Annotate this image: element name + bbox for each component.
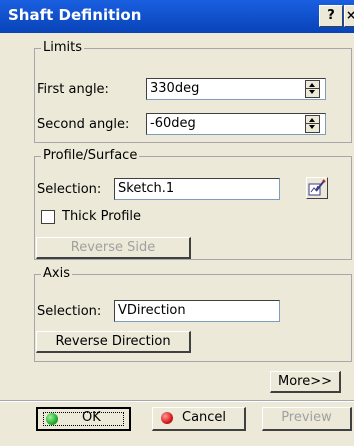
profile-selection-field[interactable]: Sketch.1 bbox=[114, 178, 280, 200]
cancel-label: Cancel bbox=[182, 410, 227, 425]
close-button[interactable]: × bbox=[344, 5, 354, 27]
first-angle-label: First angle: bbox=[37, 82, 109, 97]
ok-button[interactable]: OK bbox=[36, 407, 131, 431]
shaft-definition-dialog: Shaft Definition ? × Limits First angle:… bbox=[0, 0, 354, 446]
bottom-separator bbox=[0, 400, 354, 402]
reverse-direction-button[interactable]: Reverse Direction bbox=[36, 331, 191, 353]
limits-legend: Limits bbox=[41, 40, 84, 56]
arrow-up-icon bbox=[309, 83, 315, 87]
second-angle-decrement[interactable] bbox=[306, 124, 319, 132]
reverse-side-button[interactable]: Reverse Side bbox=[36, 237, 191, 259]
thick-profile-checkbox[interactable] bbox=[41, 210, 55, 224]
ok-label: OK bbox=[82, 410, 101, 425]
second-angle-spinner[interactable] bbox=[305, 115, 320, 133]
sketcher-button[interactable] bbox=[306, 177, 328, 199]
first-angle-increment[interactable] bbox=[306, 81, 319, 89]
first-angle-field[interactable]: 330deg bbox=[146, 78, 326, 100]
arrow-down-icon bbox=[309, 90, 315, 94]
help-button[interactable]: ? bbox=[319, 5, 343, 27]
axis-selection-field[interactable]: VDirection bbox=[114, 300, 280, 322]
first-angle-decrement[interactable] bbox=[306, 89, 319, 97]
arrow-down-icon bbox=[309, 125, 315, 129]
cancel-button[interactable]: Cancel bbox=[152, 407, 246, 431]
profile-selection-label: Selection: bbox=[37, 182, 102, 197]
sketch-edit-icon bbox=[308, 179, 326, 196]
ok-green-icon bbox=[46, 413, 58, 425]
second-angle-field[interactable]: -60deg bbox=[146, 113, 326, 135]
thick-profile-label[interactable]: Thick Profile bbox=[62, 209, 141, 225]
title-bar[interactable]: Shaft Definition ? × bbox=[0, 0, 354, 33]
cancel-red-icon bbox=[161, 412, 173, 424]
axis-legend: Axis bbox=[41, 266, 72, 282]
dialog-title: Shaft Definition bbox=[8, 6, 142, 24]
profile-surface-legend: Profile/Surface bbox=[41, 148, 140, 164]
preview-button[interactable]: Preview bbox=[262, 407, 352, 431]
second-angle-label: Second angle: bbox=[37, 117, 130, 132]
first-angle-spinner[interactable] bbox=[305, 80, 320, 98]
second-angle-increment[interactable] bbox=[306, 116, 319, 124]
arrow-up-icon bbox=[309, 118, 315, 122]
more-button[interactable]: More>> bbox=[270, 371, 341, 393]
axis-selection-label: Selection: bbox=[37, 304, 102, 319]
